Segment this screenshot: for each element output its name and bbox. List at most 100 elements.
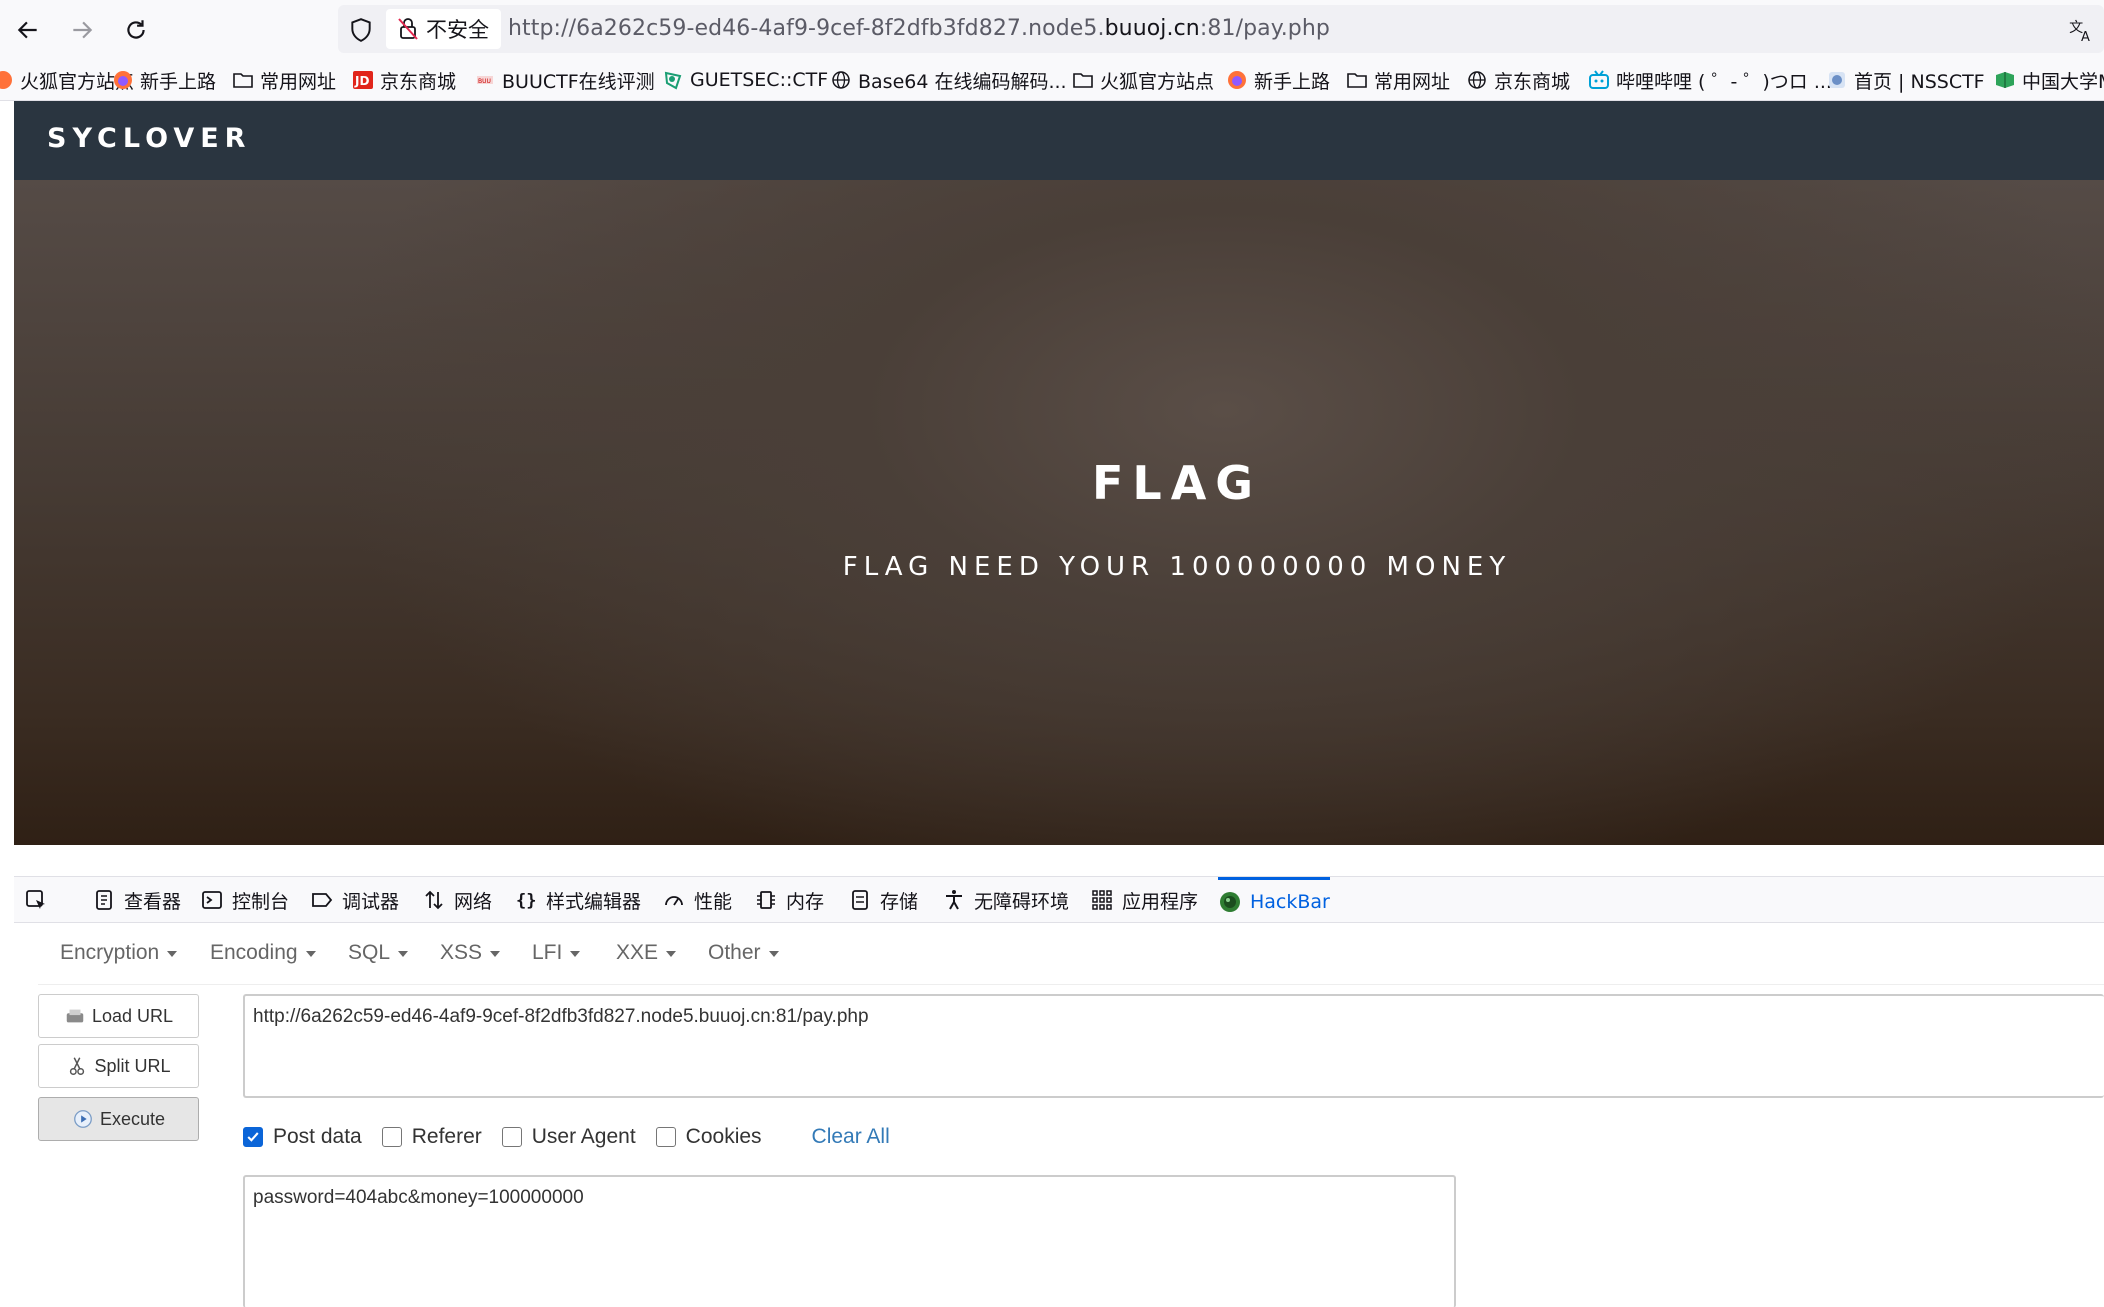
forward-button[interactable] [62, 10, 102, 50]
scissors-icon [70, 1057, 85, 1075]
firefox-cut-icon [0, 69, 14, 91]
devtools-tab[interactable]: 查看器 [92, 877, 181, 923]
bookmark-item[interactable]: 中国大学M [1994, 67, 2104, 93]
jd-icon: JD [352, 69, 374, 91]
devtools-tab[interactable]: 调试器 [310, 877, 399, 923]
svg-text:JD: JD [354, 74, 369, 88]
nssctf-icon [1826, 69, 1848, 91]
firefox-icon [112, 69, 134, 91]
network-icon [422, 888, 446, 912]
checkbox-empty-icon[interactable] [381, 1127, 402, 1147]
bookmark-item[interactable]: 新手上路 [1226, 67, 1330, 93]
bookmark-item[interactable]: 常用网址 [1346, 67, 1450, 93]
checkbox-referer[interactable]: Referer [381, 1125, 482, 1149]
checkbox-post-data[interactable]: Post data [243, 1125, 362, 1149]
play-icon [74, 1110, 92, 1128]
checkbox-empty-icon[interactable] [501, 1127, 522, 1147]
hackbar-options: Post data Referer User Agent Cookies Clear A… [243, 1122, 890, 1152]
bookmark-label: 常用网址 [1374, 70, 1451, 93]
devtools-tab[interactable]: {} 样式编辑器 [514, 877, 641, 923]
arrow-left-icon [17, 21, 37, 39]
shield-icon[interactable] [348, 17, 374, 43]
devtools-tab[interactable]: 内存 [754, 877, 824, 923]
load-url-icon [66, 1009, 84, 1023]
bookmark-label: 新手上路 [140, 70, 217, 93]
translate-icon[interactable]: 文A [2068, 17, 2094, 43]
clear-all-link[interactable]: Clear All [812, 1125, 890, 1149]
devtools-tab[interactable]: 存储 [848, 877, 918, 923]
performance-icon [662, 888, 686, 912]
folder-icon [1072, 69, 1094, 91]
devtools-tab-label: 样式编辑器 [546, 890, 642, 913]
devtools-tab[interactable]: 应用程序 [1090, 877, 1198, 923]
checkbox-empty-icon[interactable] [655, 1127, 676, 1147]
bookmark-label: Base64 在线编码解码... [858, 70, 1067, 93]
checkbox-checked-icon[interactable] [243, 1127, 263, 1147]
bookmarks-bar: 火狐官方站点 新手上路 常用网址 JD 京东商城 BUU BUUCTF在线评测 GUETSEC… [0, 59, 2104, 101]
hackbar-menu-encoding[interactable]: Encoding [210, 941, 316, 965]
devtools-tab-label: 性能 [694, 890, 733, 913]
back-button[interactable] [8, 10, 48, 50]
devtools-tab-label: 内存 [786, 890, 825, 913]
style-editor-icon: {} [514, 888, 538, 912]
split-url-button[interactable]: Split URL [38, 1044, 199, 1088]
element-picker-button[interactable] [24, 877, 48, 923]
reload-button[interactable] [116, 10, 156, 50]
bookmark-item[interactable]: 首页 | NSSCTF [1826, 67, 1985, 93]
devtools-tab[interactable]: 网络 [422, 877, 492, 923]
bookmark-item[interactable]: 火狐官方站点 [1072, 67, 1214, 93]
site-logo[interactable]: SYCLOVER [47, 123, 251, 154]
devtools-tab-label: 存储 [880, 890, 919, 913]
svg-text:BUU: BUU [478, 78, 491, 85]
bookmark-label: 火狐官方站点 [1100, 70, 1215, 93]
hackbar-menu-other[interactable]: Other [708, 941, 779, 965]
devtools-tab-hackbar[interactable]: HackBar [1218, 877, 1330, 923]
hackbar-menu-sql[interactable]: SQL [348, 941, 409, 965]
caret-down-icon [666, 951, 677, 957]
bookmark-item[interactable]: GUETSEC::CTF [662, 67, 828, 93]
devtools-tab[interactable]: 性能 [662, 877, 732, 923]
globe-icon [1466, 69, 1488, 91]
bookmark-item[interactable]: JD 京东商城 [352, 67, 456, 93]
caret-down-icon [768, 951, 779, 957]
bookmark-label: 京东商城 [380, 70, 457, 93]
debugger-icon [310, 888, 334, 912]
inspector-icon [92, 888, 116, 912]
hackbar-icon [1218, 890, 1242, 914]
url-text[interactable]: http://6a262c59-ed46-4af9-9cef-8f2dfb3fd… [508, 16, 1330, 41]
address-bar[interactable]: 不安全 http://6a262c59-ed46-4af9-9cef-8f2df… [338, 5, 2104, 53]
reload-icon [127, 20, 145, 39]
console-icon [200, 888, 224, 912]
devtools-tab[interactable]: 控制台 [200, 877, 289, 923]
execute-button[interactable]: Execute [38, 1097, 199, 1141]
hackbar-menu-xss[interactable]: XSS [440, 941, 501, 965]
bookmark-item[interactable]: Base64 在线编码解码... [830, 67, 1067, 93]
bookmark-item[interactable]: 京东商城 [1466, 67, 1570, 93]
site-security-indicator[interactable]: 不安全 [386, 9, 501, 49]
bookmark-item[interactable]: 常用网址 [232, 67, 336, 93]
checkbox-user-agent[interactable]: User Agent [501, 1125, 636, 1149]
post-data-textarea[interactable]: password=404abc&money=100000000 [243, 1175, 1456, 1307]
devtools-tab[interactable]: 无障碍环境 [942, 877, 1069, 923]
url-prefix: http://6a262c59-ed46-4af9-9cef-8f2dfb3fd… [508, 16, 1105, 41]
checkbox-label: User Agent [531, 1125, 636, 1148]
hackbar-menu-label: Encoding [210, 941, 298, 964]
guetsec-icon [662, 69, 684, 91]
load-url-button[interactable]: Load URL [38, 994, 199, 1038]
hackbar-menu-encryption[interactable]: Encryption [60, 941, 178, 965]
hackbar-menu-label: Encryption [60, 941, 160, 964]
bilibili-icon [1588, 69, 1610, 91]
url-textarea[interactable]: http://6a262c59-ed46-4af9-9cef-8f2dfb3fd… [243, 994, 2104, 1098]
hackbar-menu-lfi[interactable]: LFI [532, 941, 581, 965]
bookmark-item[interactable]: 新手上路 [112, 67, 216, 93]
caret-down-icon [490, 951, 501, 957]
folder-icon [232, 69, 254, 91]
folder-icon [1346, 69, 1368, 91]
hackbar-menu-label: XXE [616, 941, 659, 964]
bookmark-item[interactable]: BUU BUUCTF在线评测 [474, 67, 655, 93]
checkbox-label: Referer [411, 1125, 482, 1148]
checkbox-cookies[interactable]: Cookies [655, 1125, 762, 1149]
bookmark-item[interactable]: 哔哩哔哩 ( ゜- ゜)つロ ... [1588, 67, 1832, 93]
arrow-right-icon [73, 21, 93, 39]
hackbar-menu-xxe[interactable]: XXE [616, 941, 677, 965]
